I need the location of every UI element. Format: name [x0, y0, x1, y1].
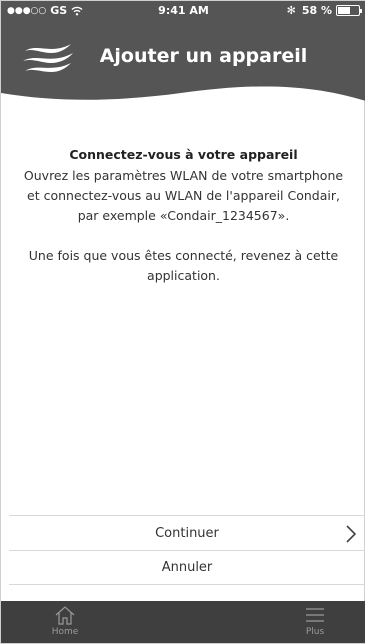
- continue-label: Continuer: [155, 525, 219, 541]
- tab-bar: Home Plus: [1, 601, 365, 643]
- status-bar: ●●●○○ GS 9:41 AM ✻ 58 %: [1, 1, 365, 21]
- home-icon: [55, 606, 75, 625]
- battery-icon: [336, 5, 362, 16]
- cancel-label: Annuler: [161, 560, 213, 575]
- continue-button[interactable]: Continuer: [9, 515, 365, 550]
- tab-more[interactable]: Plus: [285, 604, 345, 637]
- chevron-right-icon: [346, 525, 357, 543]
- tab-home-label: Home: [51, 627, 79, 637]
- battery-percentage: 58 %: [301, 4, 332, 17]
- instructions: Connectez-vous à votre appareil Ouvrez l…: [1, 141, 365, 286]
- tab-more-label: Plus: [305, 627, 325, 637]
- battery-nub: [360, 9, 362, 13]
- instructions-paragraph-wlan: Ouvrez les paramètres WLAN de votre smar…: [23, 168, 344, 223]
- page-title: Ajouter un appareil: [99, 45, 308, 67]
- bluetooth-icon: ✻: [286, 4, 296, 17]
- tab-home[interactable]: Home: [35, 604, 95, 637]
- app-screen: ●●●○○ GS 9:41 AM ✻ 58 % Ajouter un appar…: [0, 0, 365, 644]
- menu-icon: [306, 608, 324, 622]
- battery-fill: [338, 7, 350, 14]
- header: ●●●○○ GS 9:41 AM ✻ 58 % Ajouter un appar…: [1, 1, 365, 119]
- instructions-heading: Connectez-vous à votre appareil: [69, 147, 298, 162]
- instructions-paragraph-return: Une fois que vous êtes connecté, revenez…: [28, 248, 339, 283]
- cancel-button[interactable]: Annuler: [9, 550, 365, 585]
- action-list: Continuer Annuler: [9, 515, 365, 585]
